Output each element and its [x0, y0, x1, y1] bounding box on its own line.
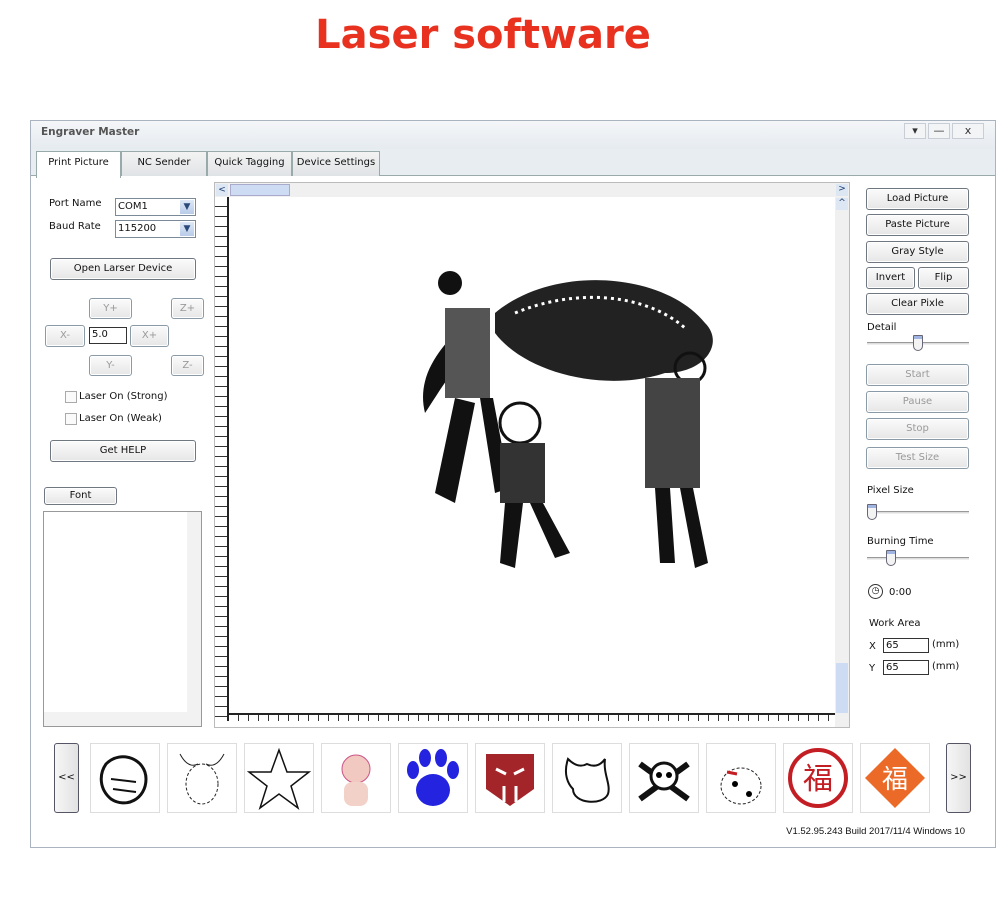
- chevron-up-icon[interactable]: ^: [836, 198, 848, 210]
- gallery-item-star[interactable]: [244, 743, 314, 813]
- x-plus-button[interactable]: X+: [130, 325, 169, 347]
- text-area[interactable]: [43, 511, 202, 727]
- paste-picture-button[interactable]: Paste Picture: [866, 214, 969, 236]
- chevron-right-icon[interactable]: >: [836, 184, 848, 196]
- baud-rate-select[interactable]: 115200 ▼: [115, 220, 196, 238]
- text-hscrollbar[interactable]: [44, 712, 201, 726]
- gallery-item-skull-crossbones[interactable]: [629, 743, 699, 813]
- gallery-next-button[interactable]: >>: [946, 743, 971, 813]
- flip-button[interactable]: Flip: [918, 267, 969, 289]
- laser-weak-checkbox[interactable]: [65, 413, 77, 425]
- stop-button[interactable]: Stop: [866, 418, 969, 440]
- invert-button[interactable]: Invert: [866, 267, 915, 289]
- step-input[interactable]: 5.0: [89, 327, 127, 344]
- chevron-left-icon[interactable]: <: [216, 184, 228, 196]
- detail-slider[interactable]: [867, 335, 969, 351]
- laser-weak-label: Laser On (Weak): [79, 413, 162, 424]
- chevron-down-icon: ▼: [180, 200, 194, 214]
- burning-time-label: Burning Time: [867, 536, 934, 547]
- tab-quick-tagging[interactable]: Quick Tagging: [207, 151, 292, 176]
- open-device-button[interactable]: Open Larser Device: [50, 258, 196, 280]
- laser-strong-checkbox[interactable]: [65, 391, 77, 403]
- minimize-button[interactable]: —: [928, 123, 950, 139]
- clock-icon: ◷: [868, 584, 883, 599]
- burning-time-thumb[interactable]: [886, 550, 896, 566]
- tab-bar: Print Picture NC Sender Quick Tagging De…: [31, 149, 995, 178]
- baud-value: 115200: [118, 223, 157, 234]
- canvas-vscrollbar[interactable]: > ^: [835, 183, 849, 727]
- gallery-item-fu-seal[interactable]: 福: [783, 743, 853, 813]
- detail-label: Detail: [867, 322, 897, 333]
- horizontal-ruler: [229, 713, 835, 721]
- load-picture-button[interactable]: Load Picture: [866, 188, 969, 210]
- gallery-item-autobot-logo[interactable]: [475, 743, 545, 813]
- work-y-unit: (mm): [932, 661, 960, 672]
- work-x-input[interactable]: 65: [883, 638, 929, 653]
- canvas-hscrollbar[interactable]: <: [215, 183, 835, 197]
- work-x-label: X: [869, 641, 876, 652]
- clear-pixel-button[interactable]: Clear Pixle: [866, 293, 969, 315]
- close-button[interactable]: x: [952, 123, 984, 139]
- page-headline: Laser software: [315, 12, 651, 58]
- vertical-ruler: [215, 197, 229, 721]
- gallery-item-paw-print[interactable]: [398, 743, 468, 813]
- y-minus-button[interactable]: Y-: [89, 355, 132, 376]
- get-help-button[interactable]: Get HELP: [50, 440, 196, 462]
- test-size-button[interactable]: Test Size: [866, 447, 969, 469]
- gallery-item-bull[interactable]: [167, 743, 237, 813]
- baud-rate-label: Baud Rate: [49, 221, 101, 232]
- tab-nc-sender[interactable]: NC Sender: [121, 151, 207, 176]
- y-plus-button[interactable]: Y+: [89, 298, 132, 319]
- pixel-size-slider[interactable]: [867, 504, 969, 520]
- gallery-item-anime-girl[interactable]: [321, 743, 391, 813]
- burning-time-slider[interactable]: [867, 550, 969, 566]
- gallery-prev-button[interactable]: <<: [54, 743, 79, 813]
- gallery-item-dalmatian[interactable]: [706, 743, 776, 813]
- port-name-select[interactable]: COM1 ▼: [115, 198, 196, 216]
- title-bar: Engraver Master ▾ — x: [31, 121, 995, 149]
- window-title: Engraver Master: [41, 126, 140, 138]
- gray-style-button[interactable]: Gray Style: [866, 241, 969, 263]
- z-minus-button[interactable]: Z-: [171, 355, 204, 376]
- text-vscrollbar[interactable]: [187, 512, 201, 712]
- tab-device-settings[interactable]: Device Settings: [292, 151, 380, 176]
- pixel-size-label: Pixel Size: [867, 485, 914, 496]
- pause-button[interactable]: Pause: [866, 391, 969, 413]
- elapsed-time: 0:00: [889, 587, 912, 598]
- gallery-item-fu-diamond[interactable]: 福: [860, 743, 930, 813]
- port-value: COM1: [118, 201, 148, 212]
- work-area-label: Work Area: [869, 618, 921, 629]
- picture-canvas[interactable]: < > ^: [214, 182, 850, 728]
- pixel-size-thumb[interactable]: [867, 504, 877, 520]
- gallery-item-cow[interactable]: [552, 743, 622, 813]
- gallery-item-pointing-hand[interactable]: [90, 743, 160, 813]
- fu-seal-glyph: 福: [803, 762, 833, 797]
- fu-diamond-glyph: 福: [882, 765, 908, 795]
- detail-slider-thumb[interactable]: [913, 335, 923, 351]
- chevron-down-icon: ▼: [180, 222, 194, 236]
- port-name-label: Port Name: [49, 198, 102, 209]
- start-button[interactable]: Start: [866, 364, 969, 386]
- x-minus-button[interactable]: X-: [45, 325, 85, 347]
- font-button[interactable]: Font: [44, 487, 117, 505]
- version-status: V1.52.95.243 Build 2017/11/4 Windows 10: [786, 826, 965, 837]
- menu-button[interactable]: ▾: [904, 123, 926, 139]
- z-plus-button[interactable]: Z+: [171, 298, 204, 319]
- tab-print-picture[interactable]: Print Picture: [36, 151, 121, 178]
- work-y-input[interactable]: 65: [883, 660, 929, 675]
- work-y-label: Y: [869, 663, 876, 674]
- work-x-unit: (mm): [932, 639, 960, 650]
- hscroll-thumb[interactable]: [230, 184, 290, 196]
- vscroll-thumb[interactable]: [836, 663, 848, 713]
- loaded-picture: [423, 271, 713, 568]
- laser-strong-label: Laser On (Strong): [79, 391, 168, 402]
